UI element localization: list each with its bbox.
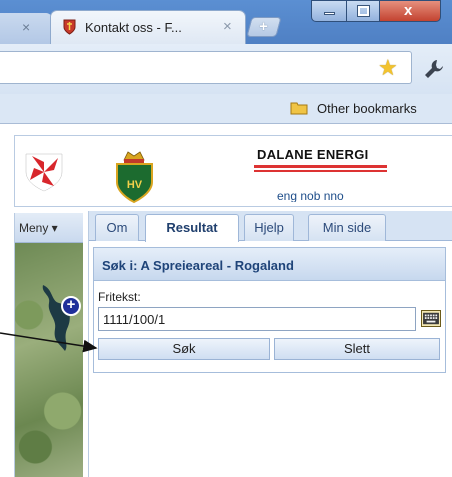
tab-hjelp[interactable]: Hjelp: [244, 214, 294, 241]
panel-tabs: Om Resultat Hjelp Min side: [89, 211, 452, 242]
close-tab-icon[interactable]: ×: [22, 19, 30, 35]
map-view[interactable]: +: [15, 243, 83, 477]
browser-tab-title: Kontakt oss - F...: [85, 20, 182, 35]
close-window-button[interactable]: x: [379, 0, 441, 22]
clear-button[interactable]: Slett: [274, 338, 440, 360]
plus-icon: +: [259, 18, 268, 35]
close-icon: x: [404, 2, 413, 19]
brand-underline: [254, 170, 387, 172]
maximize-window-button[interactable]: [346, 0, 380, 22]
map-pane: Meny ▾ +: [14, 213, 83, 477]
browser-tab-bar: × Kontakt oss - F... × + x: [0, 0, 452, 44]
brand-underline: [254, 165, 387, 168]
web-page: HV DALANE ENERGI eng nob nno Meny ▾ + Om…: [0, 125, 452, 477]
wrench-icon[interactable]: [423, 58, 445, 80]
menu-bar[interactable]: Meny ▾: [15, 213, 83, 243]
lake-shape: [42, 285, 70, 351]
browser-toolbar: ★: [0, 44, 452, 94]
browser-tab-active[interactable]: Kontakt oss - F... ×: [50, 10, 246, 44]
shield-favicon-icon: [63, 19, 76, 35]
brand-name: DALANE ENERGI: [257, 147, 369, 162]
svg-text:HV: HV: [127, 179, 143, 191]
minimize-icon: [324, 12, 335, 15]
minimize-window-button[interactable]: [311, 0, 347, 22]
free-text-input[interactable]: [98, 307, 416, 331]
new-tab-button[interactable]: +: [246, 17, 282, 37]
free-text-label: Fritekst:: [98, 290, 141, 304]
address-bar[interactable]: [0, 51, 412, 84]
bookmarks-bar: Other bookmarks: [0, 94, 452, 124]
bookmark-star-icon[interactable]: ★: [378, 57, 398, 79]
tab-om[interactable]: Om: [95, 214, 139, 241]
search-panel: Om Resultat Hjelp Min side Søk i: A Spre…: [88, 211, 452, 477]
search-header: Søk i: A Spreieareal - Rogaland: [94, 248, 445, 281]
folder-icon: [290, 102, 308, 115]
language-links[interactable]: eng nob nno: [277, 189, 344, 202]
tab-resultat[interactable]: Resultat: [145, 214, 239, 242]
keyboard-icon[interactable]: [421, 310, 441, 327]
search-title: Søk i: A Spreieareal - Rogaland: [102, 258, 294, 273]
browser-tab-inactive[interactable]: ×: [0, 13, 52, 44]
search-box: Søk i: A Spreieareal - Rogaland Fritekst…: [93, 247, 446, 373]
municipal-shield-logo: [25, 153, 63, 192]
maximize-icon: [357, 5, 370, 17]
zoom-in-button[interactable]: +: [61, 296, 81, 316]
search-button[interactable]: Søk: [98, 338, 270, 360]
close-tab-icon[interactable]: ×: [223, 18, 232, 35]
hv-emblem-logo: HV: [116, 151, 153, 204]
menu-dropdown[interactable]: Meny ▾: [19, 221, 58, 235]
other-bookmarks-link[interactable]: Other bookmarks: [317, 101, 417, 116]
tab-min-side[interactable]: Min side: [308, 214, 386, 241]
